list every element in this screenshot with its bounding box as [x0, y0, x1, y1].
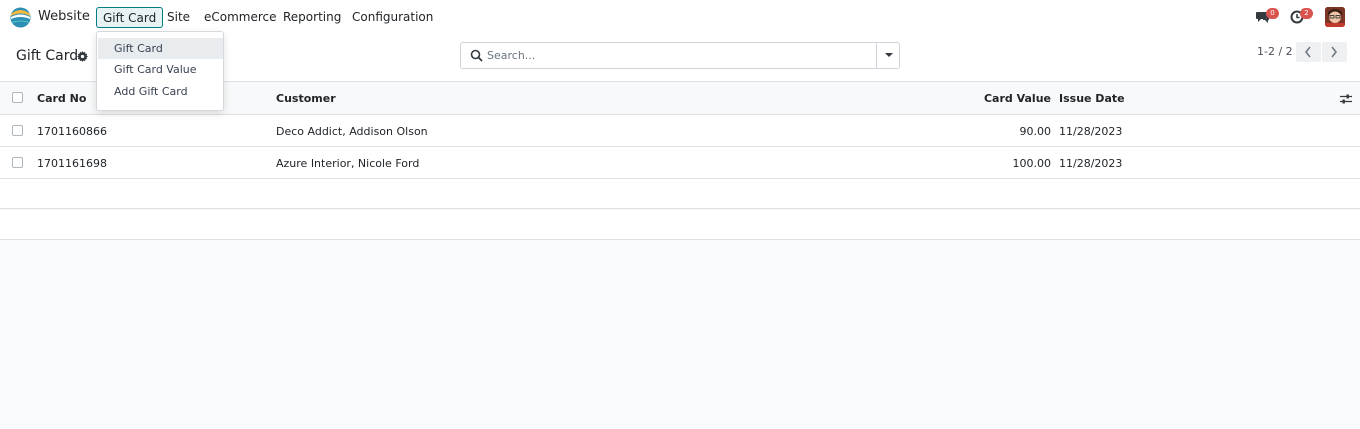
avatar-image	[1325, 7, 1345, 27]
customer-cell: Deco Addict, Addison Olson	[276, 125, 428, 138]
app-logo-icon[interactable]	[10, 7, 31, 28]
search-bar	[460, 42, 900, 69]
chevron-left-icon	[1305, 46, 1311, 58]
row-checkbox[interactable]	[12, 157, 23, 168]
column-issue-date[interactable]: Issue Date	[1059, 92, 1125, 105]
gear-icon[interactable]	[77, 51, 88, 62]
pager-value[interactable]: 1-2 / 2	[1257, 45, 1293, 58]
dropdown-item-gift-card[interactable]: Gift Card	[98, 38, 223, 59]
chevron-right-icon	[1331, 46, 1337, 58]
card-value-cell: 90.00	[1019, 125, 1052, 138]
dropdown-item-add-gift-card[interactable]: Add Gift Card	[98, 81, 223, 102]
top-navbar: Website Gift Card Site eCommerce Reporti…	[0, 0, 1360, 34]
table-row[interactable]: 1701161698 Azure Interior, Nicole Ford 1…	[0, 147, 1360, 179]
column-customer[interactable]: Customer	[276, 92, 336, 105]
card-no-cell: 1701160866	[37, 125, 107, 138]
card-no-cell: 1701161698	[37, 157, 107, 170]
gift-card-dropdown: Gift Card Gift Card Value Add Gift Card	[96, 31, 224, 111]
card-value-cell: 100.00	[1012, 157, 1052, 170]
pager-previous-button[interactable]	[1296, 42, 1321, 62]
activities-badge: 2	[1300, 8, 1313, 19]
app-name[interactable]: Website	[38, 9, 90, 24]
menu-gift-card[interactable]: Gift Card	[96, 7, 164, 28]
sliders-icon[interactable]	[1340, 93, 1352, 105]
avatar[interactable]	[1325, 7, 1345, 27]
menu-ecommerce[interactable]: eCommerce	[204, 10, 277, 24]
select-all-checkbox[interactable]	[12, 92, 23, 103]
search-icon	[470, 49, 483, 62]
pager-next-button[interactable]	[1322, 42, 1347, 62]
column-card-value[interactable]: Card Value	[951, 92, 1051, 105]
issue-date-cell: 11/28/2023	[1059, 157, 1123, 170]
search-options-toggle[interactable]	[876, 43, 899, 68]
messages-badge: 0	[1266, 8, 1279, 19]
page-title: Gift Card	[16, 48, 79, 64]
menu-reporting[interactable]: Reporting	[283, 10, 341, 24]
customer-cell: Azure Interior, Nicole Ford	[276, 157, 420, 170]
caret-down-icon	[885, 53, 893, 57]
menu-site[interactable]: Site	[167, 10, 190, 24]
menu-configuration[interactable]: Configuration	[352, 10, 433, 24]
issue-date-cell: 11/28/2023	[1059, 125, 1123, 138]
dropdown-item-gift-card-value[interactable]: Gift Card Value	[98, 59, 223, 80]
empty-row	[0, 179, 1360, 209]
row-checkbox[interactable]	[12, 125, 23, 136]
column-card-no[interactable]: Card No	[37, 92, 86, 105]
table-row[interactable]: 1701160866 Deco Addict, Addison Olson 90…	[0, 115, 1360, 147]
search-input[interactable]	[487, 47, 867, 64]
empty-row	[0, 210, 1360, 240]
